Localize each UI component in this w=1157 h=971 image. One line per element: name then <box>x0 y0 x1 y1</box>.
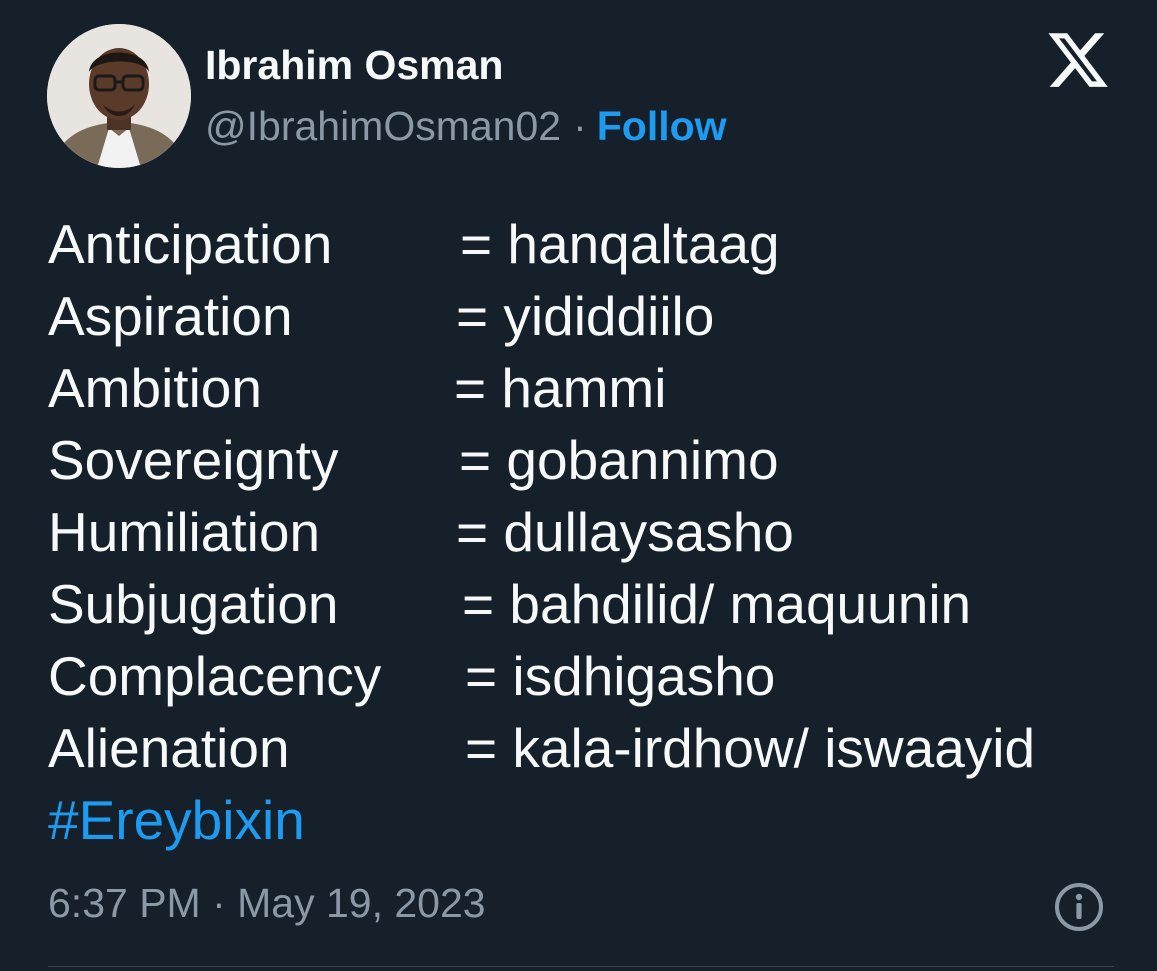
author-name[interactable]: Ibrahim Osman <box>205 42 503 89</box>
author-handle[interactable]: @IbrahimOsman02 <box>205 103 561 149</box>
tweet-card: Ibrahim Osman @IbrahimOsman02 · Follow Ant… <box>0 0 1157 971</box>
glossary-definition: = hammi <box>454 357 667 419</box>
glossary-row: Humiliation = dullaysasho <box>48 496 1128 568</box>
avatar[interactable] <box>47 24 191 168</box>
glossary-row: Complacency = isdhigasho <box>48 640 1128 712</box>
x-logo-icon[interactable] <box>1043 27 1113 93</box>
separator-dot: · <box>573 103 587 149</box>
avatar-image <box>47 24 191 168</box>
glossary-term: Sovereignty <box>48 429 339 491</box>
glossary-row: Aspiration = yididdiilo <box>48 280 1128 352</box>
glossary-definition: = gobannimo <box>459 429 779 491</box>
divider <box>48 966 1114 967</box>
glossary-definition: = yididdiilo <box>456 285 715 347</box>
glossary-definition: = kala-irdhow/ iswaayid <box>465 717 1036 779</box>
glossary-term: Humiliation <box>48 501 321 563</box>
info-icon[interactable] <box>1053 881 1105 933</box>
glossary-row: Alienation = kala-irdhow/ iswaayid <box>48 712 1128 784</box>
tweet-text: Anticipation = hanqaltaag Aspiration = y… <box>48 208 1128 784</box>
tweet-timestamp[interactable]: 6:37 PM · May 19, 2023 <box>48 880 486 927</box>
glossary-row: Anticipation = hanqaltaag <box>48 208 1128 280</box>
glossary-term: Aspiration <box>48 285 293 347</box>
glossary-term: Subjugation <box>48 573 339 635</box>
glossary-definition: = dullaysasho <box>456 501 794 563</box>
glossary-row: Subjugation = bahdilid/ maquunin <box>48 568 1128 640</box>
glossary-term: Alienation <box>48 717 290 779</box>
hashtag-link[interactable]: #Ereybixin <box>48 784 305 856</box>
follow-button[interactable]: Follow <box>597 103 727 149</box>
glossary-term: Ambition <box>48 357 262 419</box>
glossary-definition: = bahdilid/ maquunin <box>462 573 972 635</box>
glossary-term: Anticipation <box>48 213 333 275</box>
author-handle-line: @IbrahimOsman02 · Follow <box>205 103 727 150</box>
glossary-definition: = isdhigasho <box>465 645 776 707</box>
glossary-term: Complacency <box>48 645 382 707</box>
glossary-definition: = hanqaltaag <box>460 213 780 275</box>
glossary-row: Ambition = hammi <box>48 352 1128 424</box>
glossary-row: Sovereignty = gobannimo <box>48 424 1128 496</box>
